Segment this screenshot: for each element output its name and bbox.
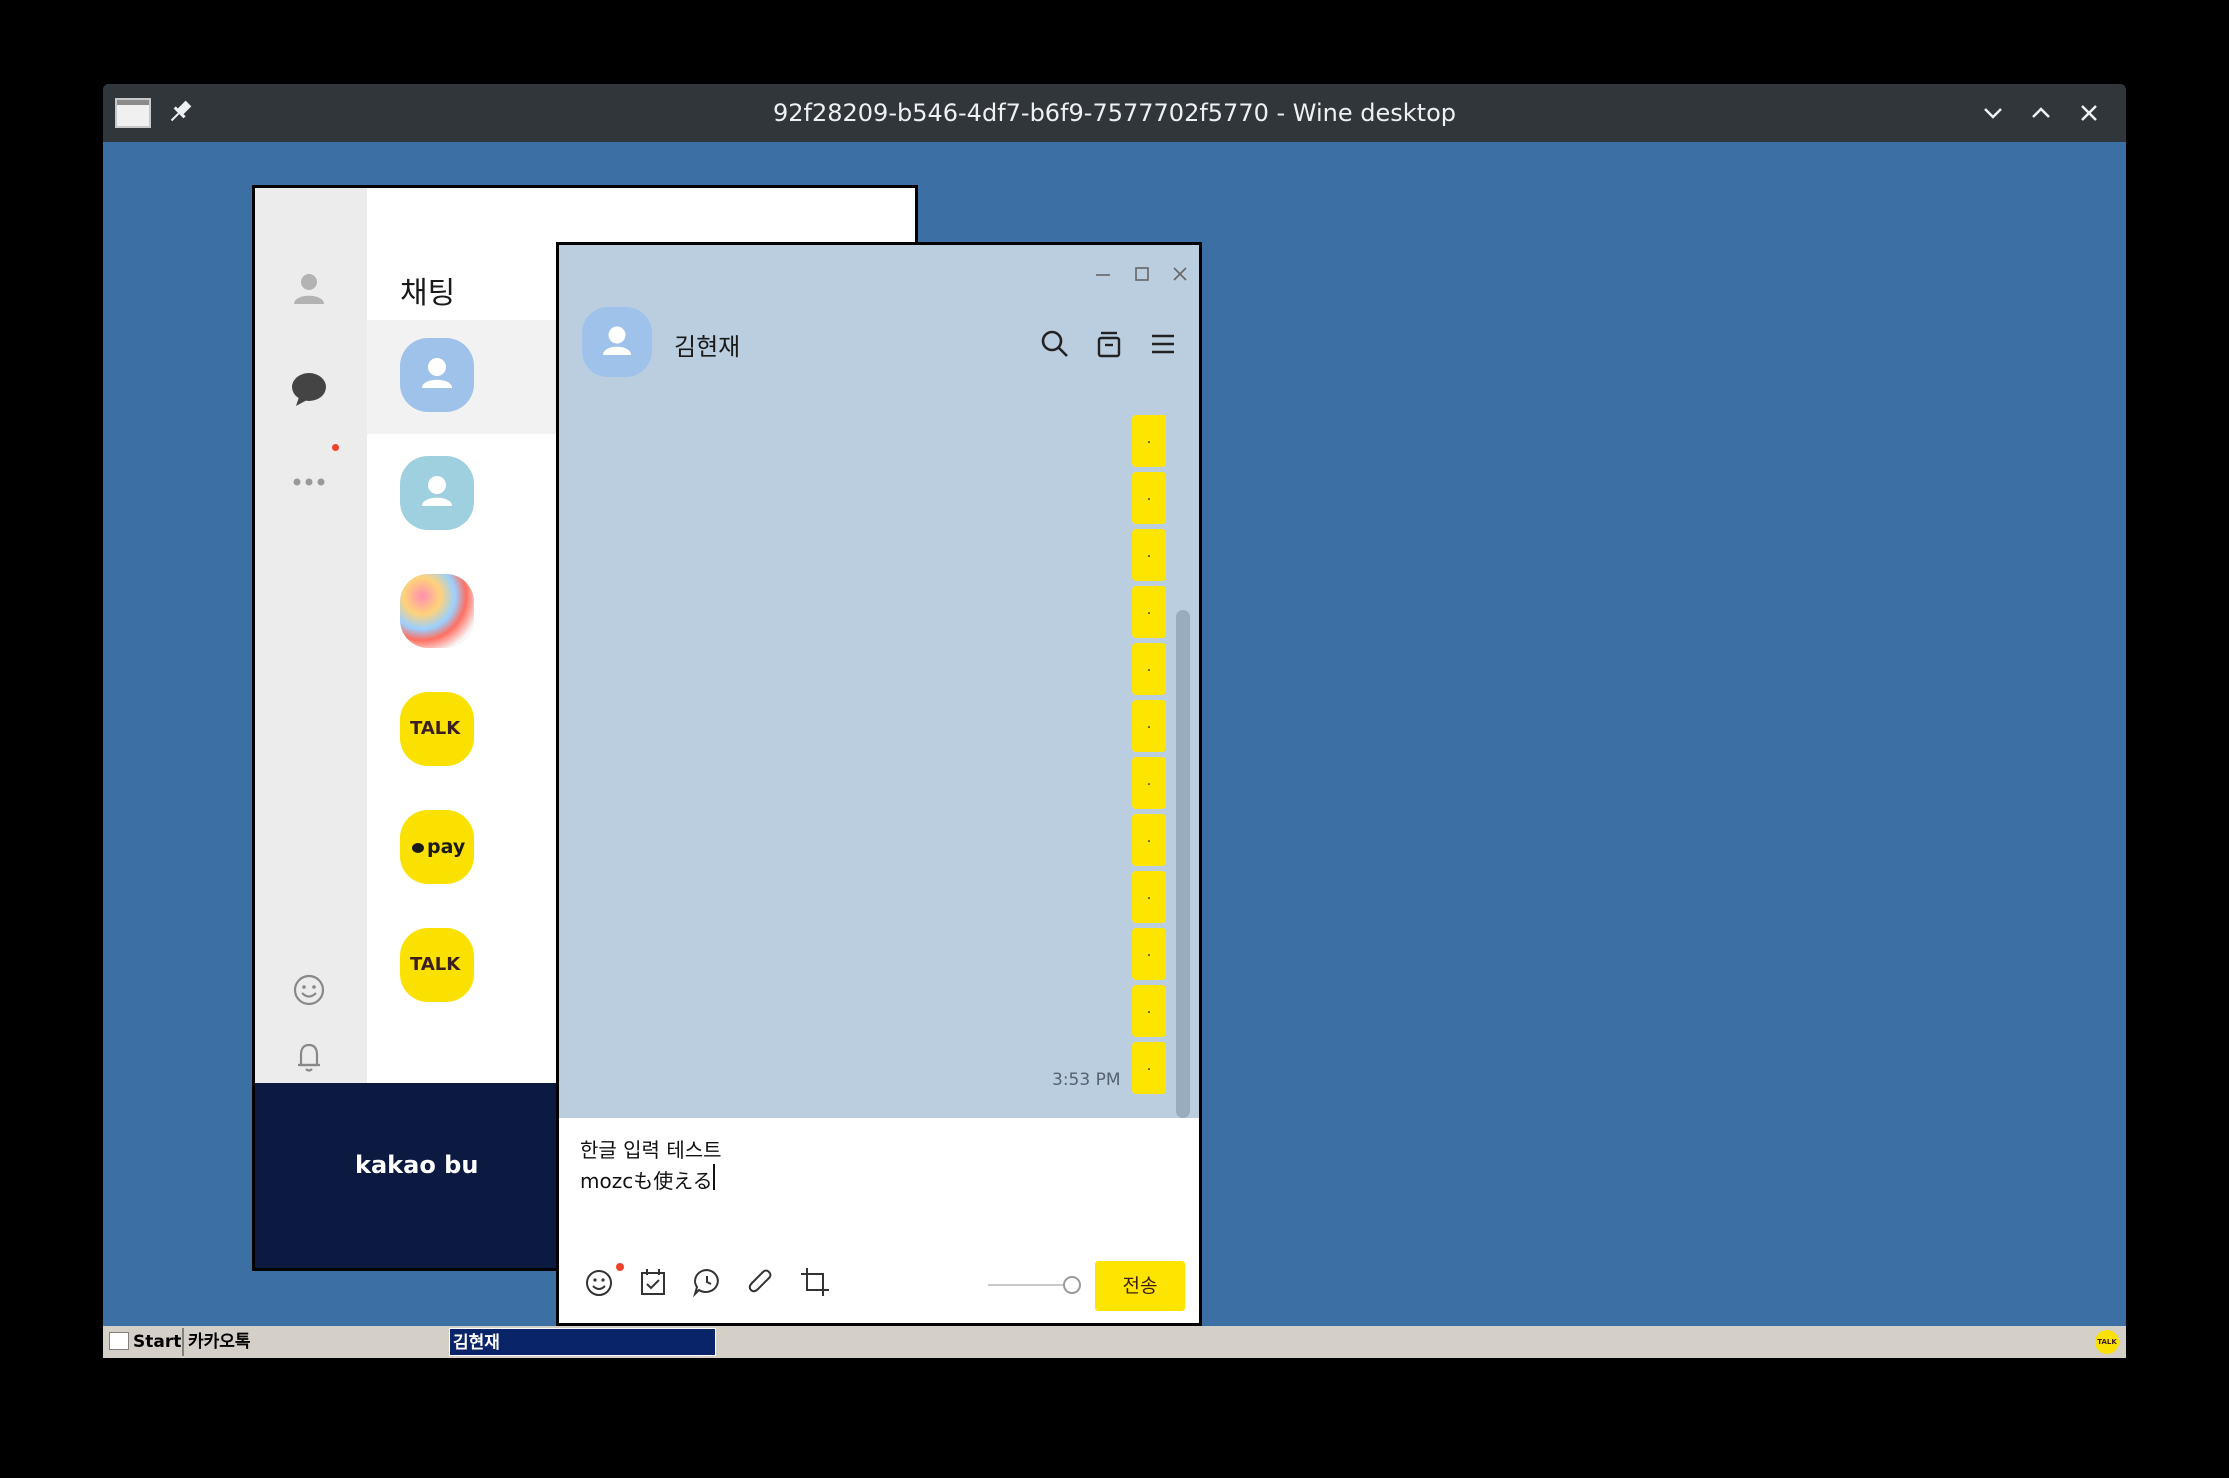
send-button[interactable]: 전송 bbox=[1095, 1261, 1185, 1311]
notification-dot bbox=[332, 444, 339, 451]
pin-icon[interactable] bbox=[165, 96, 195, 128]
more-icon[interactable] bbox=[287, 460, 331, 504]
crop-icon[interactable] bbox=[796, 1263, 834, 1301]
calendar-check-icon[interactable] bbox=[634, 1263, 672, 1301]
taskbar: Start 카카오톡 김현재 TALK bbox=[103, 1326, 2126, 1358]
message-bubble[interactable]: . bbox=[1132, 529, 1166, 581]
chat-scrollbar[interactable] bbox=[1176, 610, 1190, 1118]
avatar[interactable] bbox=[400, 456, 474, 530]
taskbar-item-chat[interactable]: 김현재 bbox=[449, 1328, 716, 1356]
input-line-1[interactable]: 한글 입력 테스트 bbox=[580, 1134, 722, 1163]
message-bubble[interactable]: . bbox=[1132, 985, 1166, 1037]
talk-logo-avatar[interactable]: TALK bbox=[400, 692, 474, 766]
bell-icon[interactable] bbox=[287, 1035, 331, 1079]
close-icon[interactable] bbox=[1163, 257, 1197, 291]
transparency-slider-track[interactable] bbox=[988, 1284, 1070, 1286]
message-bubble[interactable]: . bbox=[1132, 415, 1166, 467]
chevron-up-icon[interactable] bbox=[2021, 94, 2061, 132]
pay-logo-avatar[interactable]: pay bbox=[400, 810, 474, 884]
main-sidebar bbox=[255, 188, 367, 1083]
message-bubble[interactable]: . bbox=[1132, 871, 1166, 923]
message-bubble[interactable]: . bbox=[1132, 928, 1166, 980]
message-bubble[interactable]: . bbox=[1132, 1042, 1166, 1094]
message-bubble[interactable]: . bbox=[1132, 757, 1166, 809]
avatar[interactable] bbox=[400, 338, 474, 412]
message-bubble[interactable]: . bbox=[1132, 814, 1166, 866]
search-icon[interactable] bbox=[1036, 325, 1074, 363]
notification-dot bbox=[616, 1263, 624, 1271]
chat-window[interactable]: 김현재 . . . . . . . . . . . . 3:53 PM 한글 입… bbox=[556, 242, 1202, 1326]
message-bubble[interactable]: . bbox=[1132, 586, 1166, 638]
wine-desktop-window: 92f28209-b546-4df7-b6f9-7577702f5770 - W… bbox=[103, 84, 2126, 1358]
maximize-icon[interactable] bbox=[1125, 257, 1159, 291]
start-button[interactable]: Start bbox=[105, 1328, 184, 1356]
app-window-icon[interactable] bbox=[115, 98, 151, 128]
emoticon-icon[interactable] bbox=[287, 968, 331, 1012]
message-bubble[interactable]: . bbox=[1132, 472, 1166, 524]
talk-logo-avatar[interactable]: TALK bbox=[400, 928, 474, 1002]
drawer-icon[interactable] bbox=[1090, 325, 1128, 363]
kakaotalk-tray-icon[interactable]: TALK bbox=[2095, 1330, 2119, 1354]
emoji-icon[interactable] bbox=[580, 1263, 618, 1301]
chevron-down-icon[interactable] bbox=[1973, 94, 2013, 132]
text-caret bbox=[713, 1164, 715, 1190]
banner-text: kakao bu bbox=[355, 1151, 479, 1179]
message-input-area[interactable]: 한글 입력 테스트 mozcも使える 전송 bbox=[559, 1118, 1199, 1323]
close-icon[interactable] bbox=[2069, 94, 2109, 132]
paperclip-icon[interactable] bbox=[742, 1263, 780, 1301]
start-icon bbox=[109, 1332, 129, 1350]
message-timestamp: 3:53 PM bbox=[1052, 1070, 1121, 1090]
friends-icon[interactable] bbox=[287, 266, 331, 310]
page-title: 채팅 bbox=[400, 276, 456, 311]
wine-window-title: 92f28209-b546-4df7-b6f9-7577702f5770 - W… bbox=[772, 99, 1456, 127]
message-bubble[interactable]: . bbox=[1132, 700, 1166, 752]
chat-bubble-icon[interactable] bbox=[688, 1263, 726, 1301]
transparency-slider-knob[interactable] bbox=[1063, 1276, 1081, 1294]
minimize-icon[interactable] bbox=[1086, 257, 1120, 291]
menu-icon[interactable] bbox=[1144, 325, 1182, 363]
contact-avatar[interactable] bbox=[582, 307, 652, 377]
taskbar-item-kakaotalk[interactable]: 카카오톡 bbox=[185, 1328, 448, 1356]
contact-name: 김현재 bbox=[674, 333, 741, 361]
avatar[interactable] bbox=[400, 574, 474, 648]
chat-icon[interactable] bbox=[287, 366, 331, 410]
input-line-2[interactable]: mozcも使える bbox=[580, 1165, 713, 1194]
message-bubble[interactable]: . bbox=[1132, 643, 1166, 695]
wine-titlebar[interactable]: 92f28209-b546-4df7-b6f9-7577702f5770 - W… bbox=[103, 84, 2126, 142]
